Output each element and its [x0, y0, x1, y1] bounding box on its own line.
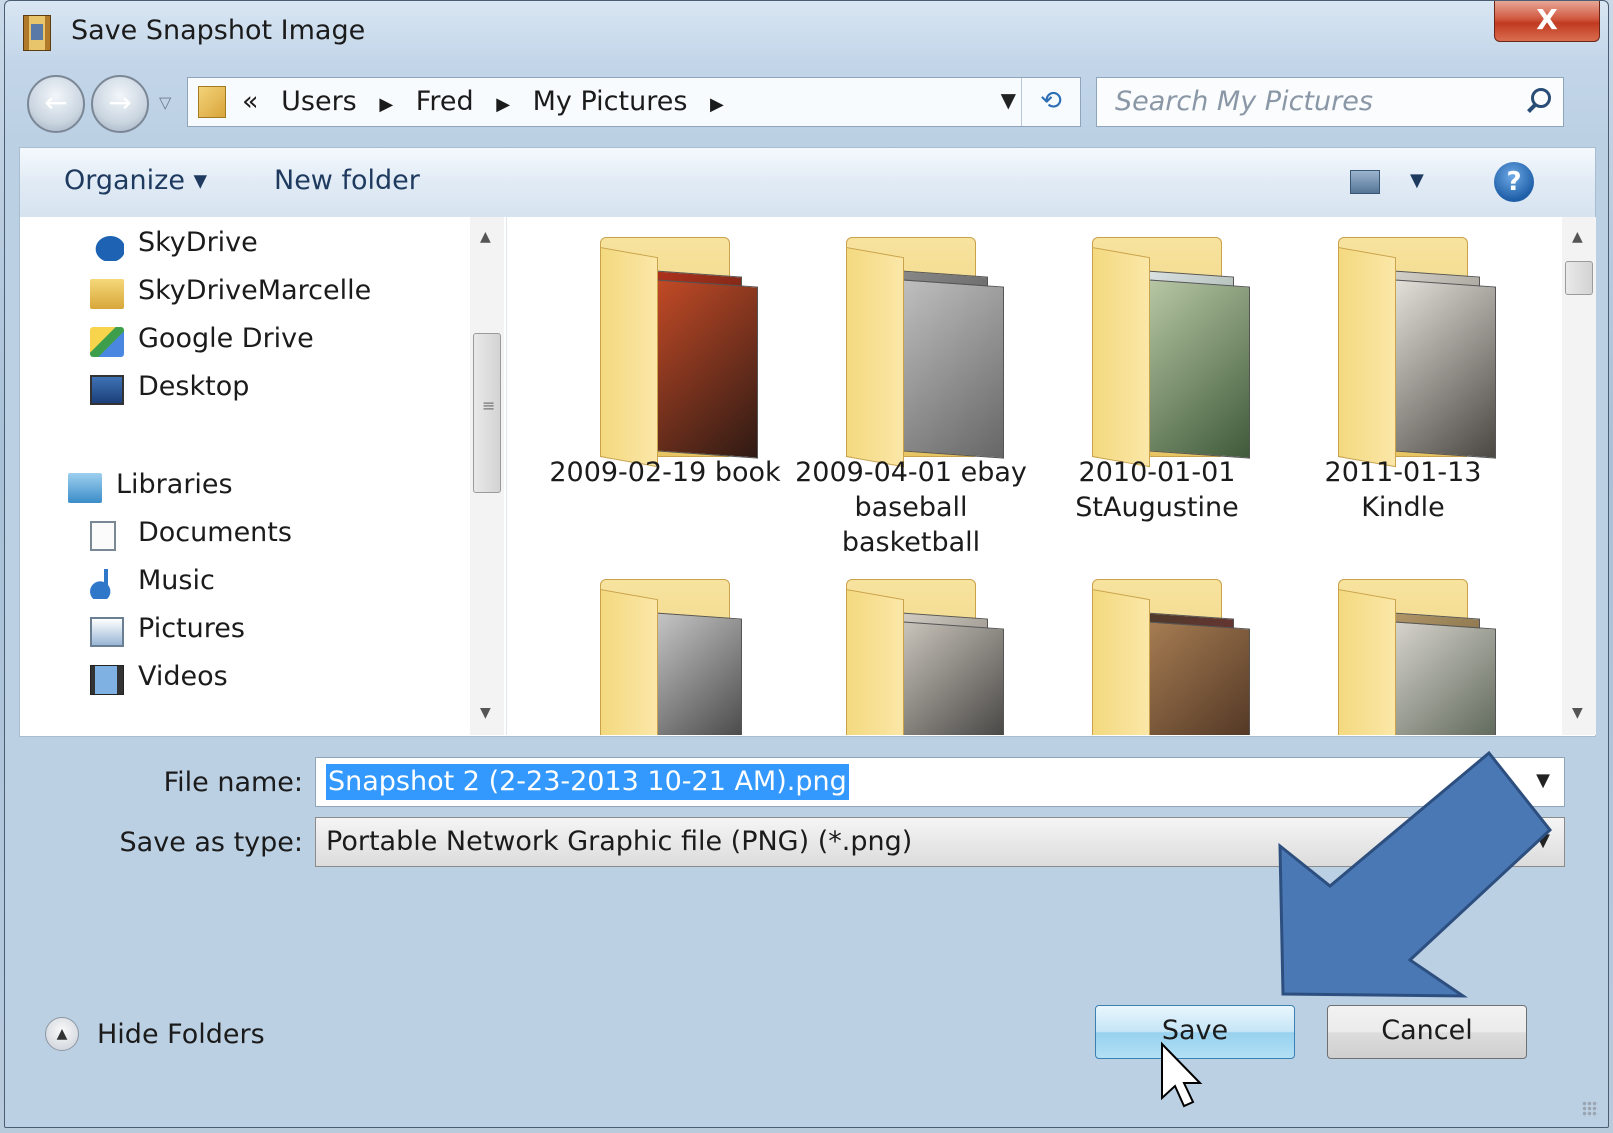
folder-label: 2010-01-01 StAugustine	[1075, 457, 1239, 523]
save-button[interactable]: Save	[1095, 1005, 1295, 1059]
navigation-pane: SkyDrive SkyDriveMarcelle Google Drive D…	[20, 217, 507, 735]
command-toolbar: Organize ▾ New folder ▼ ?	[19, 147, 1596, 217]
search-input[interactable]: Search My Pictures	[1096, 77, 1564, 127]
google-drive-icon	[90, 327, 124, 357]
sidebar-item-label: Music	[138, 565, 215, 596]
search-placeholder: Search My Pictures	[1115, 86, 1373, 117]
navigation-row: ← → ▽ « Users ▶ Fred ▶ My Pictures ▶ ▼ ⟲…	[5, 71, 1608, 135]
sidebar-item-label: Google Drive	[138, 323, 314, 354]
breadcrumb-separator[interactable]: ▶	[710, 94, 724, 115]
scrollbar-thumb[interactable]	[1565, 261, 1593, 295]
file-name-value[interactable]: Snapshot 2 (2-23-2013 10-21 AM).png	[326, 764, 849, 800]
forward-button[interactable]: →	[91, 75, 149, 133]
breadcrumb: « Users ▶ Fred ▶ My Pictures ▶	[242, 86, 738, 117]
scroll-up-arrow[interactable]: ▲	[1572, 229, 1583, 245]
window-title: Save Snapshot Image	[71, 15, 366, 46]
view-mode-icon[interactable]	[1350, 170, 1380, 194]
folder-view-scrollbar[interactable]: ▲ ▼	[1562, 217, 1596, 735]
scrollbar-thumb[interactable]: ≡	[473, 333, 501, 493]
resize-grip-icon[interactable]	[1582, 1101, 1598, 1117]
grip-icon: ≡	[482, 396, 496, 415]
breadcrumb-my-pictures[interactable]: My Pictures	[533, 86, 688, 117]
file-name-input[interactable]: Snapshot 2 (2-23-2013 10-21 AM).png ▼	[315, 757, 1565, 807]
libraries-icon	[68, 473, 102, 503]
sidebar-item-label: SkyDrive	[138, 227, 258, 258]
folder-item[interactable]	[788, 559, 1034, 735]
save-type-label: Save as type:	[119, 827, 303, 858]
browser-panes: SkyDrive SkyDriveMarcelle Google Drive D…	[19, 217, 1596, 737]
breadcrumb-fred[interactable]: Fred	[416, 86, 474, 117]
film-app-icon	[23, 15, 51, 51]
sidebar-item-label: Documents	[138, 517, 292, 548]
folder-thumbnail-icon	[846, 579, 1004, 735]
search-icon[interactable]	[1531, 88, 1551, 108]
folder-thumbnail-icon	[600, 579, 742, 735]
folder-thumbnail-icon	[1092, 237, 1250, 468]
breadcrumb-users[interactable]: Users	[281, 86, 357, 117]
skydrive-icon	[90, 231, 124, 261]
sidebar-item-label: Libraries	[116, 469, 233, 500]
collapse-up-icon: ▲	[45, 1017, 79, 1051]
hide-folders-label: Hide Folders	[97, 1019, 265, 1050]
breadcrumb-separator[interactable]: ▶	[496, 94, 510, 115]
save-dialog: Save Snapshot Image X ← → ▽ « Users ▶ Fr…	[4, 0, 1609, 1128]
address-bar[interactable]: « Users ▶ Fred ▶ My Pictures ▶ ▼ ⟲	[187, 77, 1081, 127]
folder-thumbnail-icon	[1092, 579, 1250, 735]
folder-item[interactable]: 2009-04-01 ebay baseball basketball	[788, 217, 1034, 558]
folder-label: 2009-04-01 ebay baseball basketball	[795, 457, 1027, 558]
folder-icon	[90, 279, 124, 309]
save-type-dropdown[interactable]: ▼	[1536, 830, 1550, 851]
videos-icon	[90, 665, 124, 695]
scroll-down-arrow[interactable]: ▼	[1572, 705, 1583, 721]
folder-thumbnail-icon	[600, 237, 758, 468]
organize-menu[interactable]: Organize ▾	[64, 165, 207, 196]
close-button[interactable]: X	[1494, 1, 1600, 42]
cancel-button[interactable]: Cancel	[1327, 1005, 1527, 1059]
folder-thumbnail-icon	[846, 237, 1004, 468]
folder-item[interactable]	[1034, 559, 1280, 735]
sidebar-item-label: Desktop	[138, 371, 250, 402]
sidebar-item-label: SkyDriveMarcelle	[138, 275, 372, 306]
back-button[interactable]: ←	[27, 75, 85, 133]
folder-item[interactable]: 2011-01-13 Kindle	[1280, 217, 1526, 557]
desktop-icon	[90, 375, 124, 405]
folder-label: 2009-02-19 book	[549, 457, 781, 488]
documents-icon	[90, 521, 116, 551]
folder-item[interactable]: 2009-02-19 book	[542, 217, 788, 557]
scroll-up-arrow[interactable]: ▲	[480, 229, 491, 245]
pictures-icon	[90, 617, 124, 647]
file-name-label: File name:	[163, 767, 303, 798]
help-icon[interactable]: ?	[1494, 162, 1534, 202]
breadcrumb-overflow[interactable]: «	[242, 86, 259, 117]
scroll-down-arrow[interactable]: ▼	[480, 705, 491, 721]
address-dropdown[interactable]: ▼	[1001, 88, 1016, 112]
folder-thumbnail-icon	[1338, 237, 1496, 468]
navigation-scrollbar[interactable]: ▲ ≡ ▼	[470, 217, 504, 735]
file-name-dropdown[interactable]: ▼	[1536, 770, 1550, 791]
folder-item[interactable]	[1280, 559, 1526, 735]
folder-item[interactable]: 2010-01-01 StAugustine	[1034, 217, 1280, 557]
folder-item[interactable]	[542, 559, 788, 735]
folder-thumbnail-icon	[1338, 579, 1496, 735]
save-type-select[interactable]: Portable Network Graphic file (PNG) (*.p…	[315, 817, 1565, 867]
recent-locations-dropdown[interactable]: ▽	[159, 93, 171, 112]
refresh-button[interactable]: ⟲	[1021, 78, 1080, 126]
title-bar: Save Snapshot Image X	[5, 1, 1608, 61]
folder-view: 2009-02-19 book 2009-04-01 ebay baseball…	[510, 217, 1562, 735]
sidebar-item-label: Pictures	[138, 613, 245, 644]
view-mode-dropdown[interactable]: ▼	[1410, 170, 1424, 191]
new-folder-button[interactable]: New folder	[274, 165, 420, 196]
folder-label: 2011-01-13 Kindle	[1324, 457, 1482, 523]
save-type-value: Portable Network Graphic file (PNG) (*.p…	[326, 826, 913, 857]
sidebar-item-label: Videos	[138, 661, 228, 692]
music-icon	[90, 569, 124, 599]
breadcrumb-separator[interactable]: ▶	[379, 94, 393, 115]
folder-icon	[198, 86, 226, 118]
